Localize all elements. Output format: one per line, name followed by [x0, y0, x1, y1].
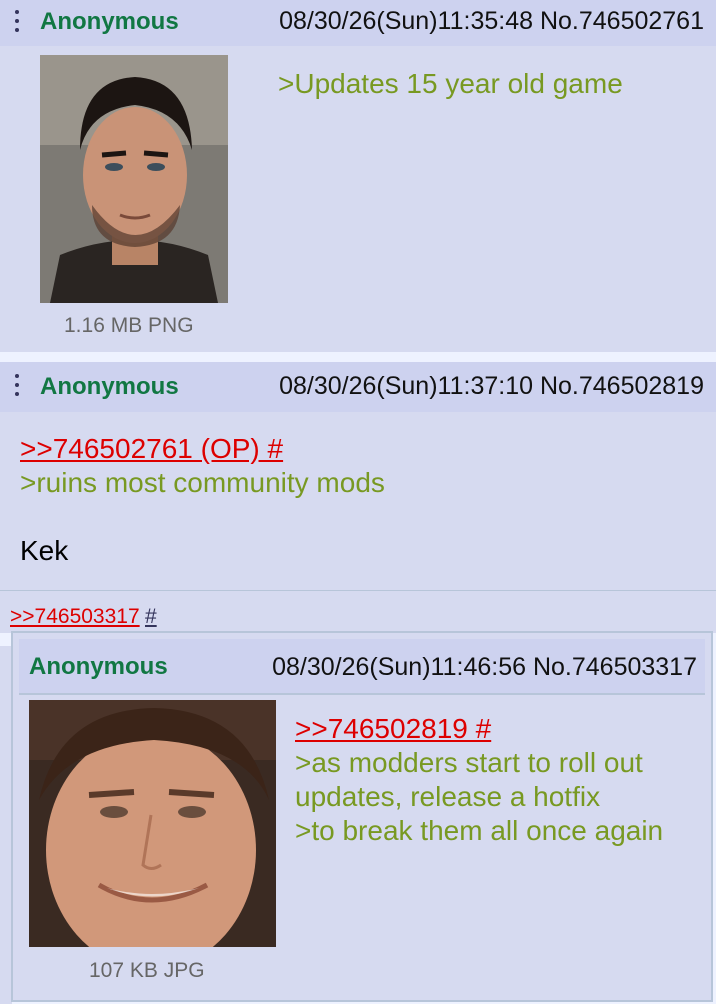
- smiling-man-portrait-image: [29, 700, 276, 947]
- man-portrait-image: [40, 55, 228, 303]
- backlink-link[interactable]: >>746503317: [10, 605, 140, 629]
- post-body-greentext: >ruins most community mods: [20, 467, 385, 498]
- backlink-hash[interactable]: #: [145, 605, 157, 629]
- post-menu-icon[interactable]: [14, 10, 20, 36]
- post-header: Anonymous 08/30/26(Sun)11:35:48 No.74650…: [0, 0, 716, 46]
- post-separator: [0, 352, 716, 362]
- post-datetime: 08/30/26(Sun)11:37:10: [279, 372, 533, 400]
- post-meta: 08/30/26(Sun)11:35:48 No.746502761: [279, 7, 704, 36]
- quote-link[interactable]: >>746502819 #: [295, 713, 491, 745]
- post-body-greentext-3: >to break them all once again: [295, 815, 664, 846]
- post-header: Anonymous 08/30/26(Sun)11:37:10 No.74650…: [0, 362, 716, 412]
- post-body-greentext: >Updates 15 year old game: [278, 68, 623, 99]
- file-info[interactable]: 107 KB JPG: [89, 959, 205, 983]
- post-datetime: 08/30/26(Sun)11:35:48: [279, 7, 533, 35]
- post-number[interactable]: No.746502761: [540, 7, 704, 35]
- post-image-thumbnail[interactable]: [40, 55, 228, 303]
- quote-preview-popup: Anonymous 08/30/26(Sun)11:46:56 No.74650…: [11, 631, 713, 1002]
- post-meta: 08/30/26(Sun)11:46:56 No.746503317: [272, 653, 697, 682]
- post-body-text: Kek: [20, 535, 69, 566]
- backlink-bar: >>746503317 #: [0, 590, 716, 633]
- post-menu-icon[interactable]: [14, 374, 20, 400]
- post-datetime: 08/30/26(Sun)11:46:56: [272, 653, 526, 681]
- poster-name: Anonymous: [40, 8, 179, 35]
- poster-name: Anonymous: [29, 653, 168, 680]
- post-number[interactable]: No.746503317: [533, 653, 697, 681]
- post-body-greentext-2: updates, release a hotfix: [295, 781, 601, 812]
- post-746502819: Anonymous 08/30/26(Sun)11:37:10 No.74650…: [0, 362, 716, 590]
- post-body-greentext-1: >as modders start to roll out: [295, 747, 643, 778]
- post-meta: 08/30/26(Sun)11:37:10 No.746502819: [279, 372, 704, 401]
- post-746502761: Anonymous 08/30/26(Sun)11:35:48 No.74650…: [0, 0, 716, 352]
- poster-name: Anonymous: [40, 373, 179, 400]
- file-info[interactable]: 1.16 MB PNG: [64, 314, 194, 338]
- post-header: Anonymous 08/30/26(Sun)11:46:56 No.74650…: [19, 639, 705, 695]
- post-number[interactable]: No.746502819: [540, 372, 704, 400]
- post-image-thumbnail[interactable]: [29, 700, 276, 947]
- quote-link-op[interactable]: >>746502761 (OP) #: [20, 433, 283, 465]
